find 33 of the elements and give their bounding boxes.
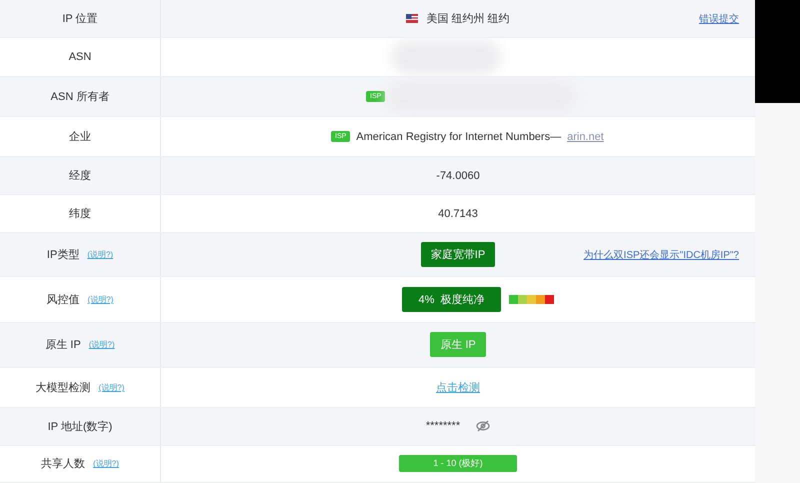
- hidden-eye-icon[interactable]: [476, 420, 490, 432]
- side-link[interactable]: 为什么双ISP还会显示"IDC机房IP"?: [584, 248, 739, 262]
- coordinate-text: -74.0060: [436, 170, 480, 182]
- side-link[interactable]: 错误提交: [699, 12, 739, 26]
- help-link[interactable]: (说明?): [88, 294, 114, 306]
- row-label: 经度: [69, 168, 91, 184]
- location-text: 美国 纽约州 纽约: [426, 12, 510, 26]
- row-label: IP 地址(数字): [48, 420, 112, 434]
- risk-scale: [508, 295, 554, 304]
- row-label: 大模型检测: [36, 380, 91, 395]
- row-label: 纬度: [69, 206, 91, 222]
- coordinate-text: 40.7143: [438, 208, 478, 220]
- row-label: 原生 IP: [45, 338, 81, 352]
- risk-badge: 4% 极度纯净: [402, 287, 500, 312]
- help-link[interactable]: (说明?): [87, 249, 114, 260]
- type-badge: 家庭宽带IP: [420, 242, 496, 268]
- company-link[interactable]: arin.net: [567, 130, 604, 143]
- row-label: 共享人数: [41, 456, 86, 472]
- type-badge: 原生 IP: [430, 332, 486, 358]
- row-label: 风控值: [46, 293, 80, 308]
- share-badge: 1 - 10 (极好): [399, 455, 517, 472]
- row-label: ASN 所有者: [50, 90, 110, 104]
- help-link[interactable]: (说明?): [98, 382, 124, 393]
- company-name: American Registry for Internet Numbers—: [356, 130, 562, 143]
- help-link[interactable]: (说明?): [88, 339, 115, 350]
- row-label: 企业: [69, 130, 91, 144]
- row-label: ASN: [68, 51, 92, 64]
- detect-link[interactable]: 点击检测: [436, 380, 480, 395]
- masked-address: ********: [426, 420, 460, 432]
- row-label: IP 位置: [62, 12, 98, 26]
- flag-icon: [406, 14, 418, 24]
- help-link[interactable]: (说明?): [93, 458, 119, 470]
- row-label: IP类型: [46, 248, 80, 262]
